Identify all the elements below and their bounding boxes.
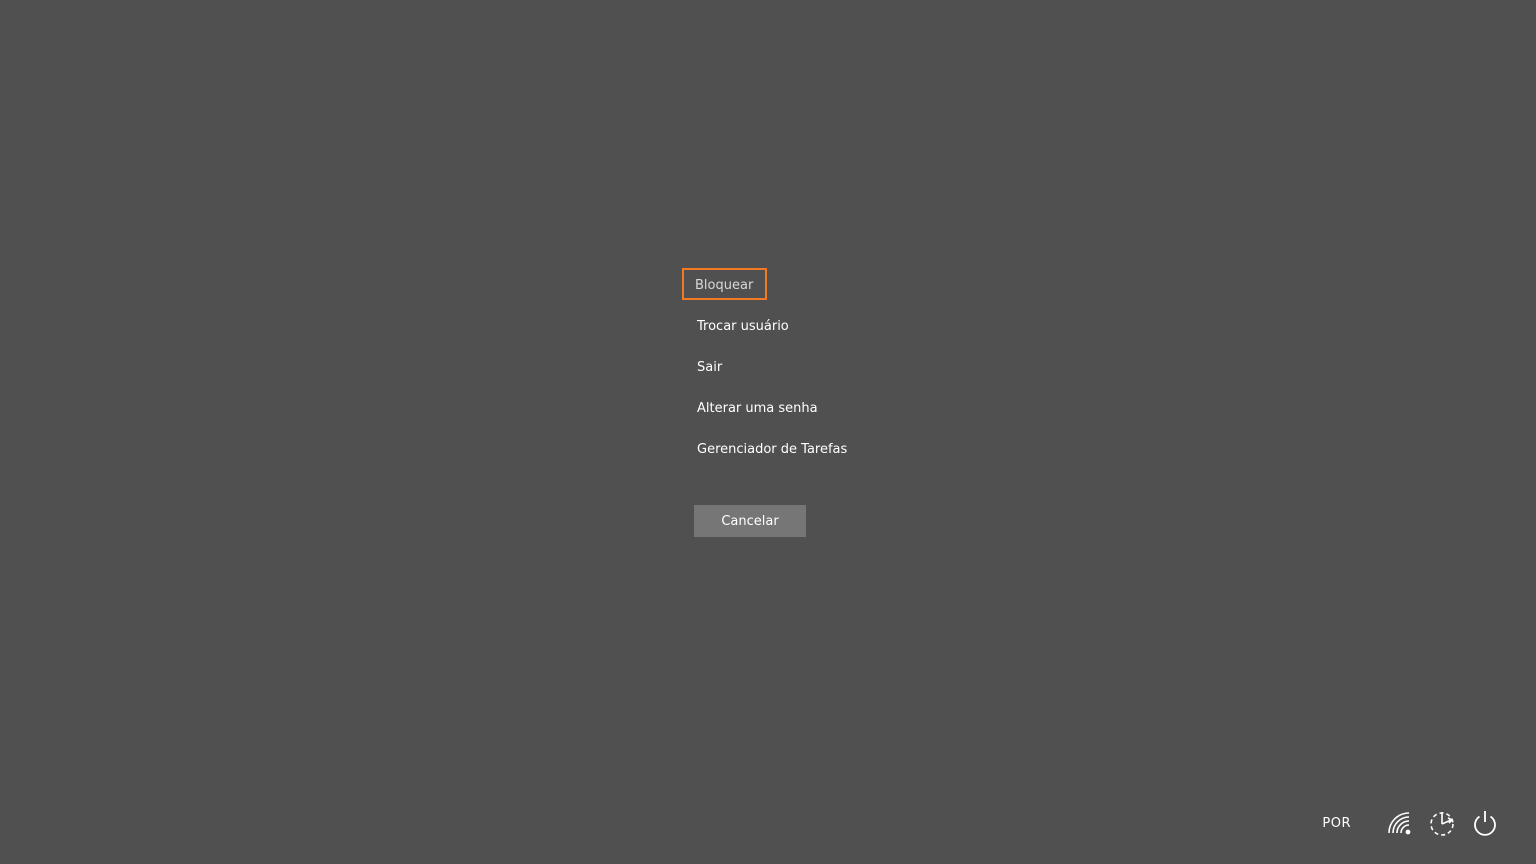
language-indicator[interactable]: POR	[1322, 816, 1351, 831]
system-tray: POR	[1322, 808, 1500, 838]
cancel-button[interactable]: Cancelar	[694, 505, 806, 537]
menu-item-task-manager[interactable]: Gerenciador de Tarefas	[682, 432, 862, 464]
ctrl-alt-del-screen: Bloquear Trocar usuário Sair Alterar uma…	[0, 0, 1536, 864]
menu-item-change-password[interactable]: Alterar uma senha	[682, 391, 833, 423]
network-wifi-icon[interactable]	[1384, 808, 1414, 838]
security-options-menu: Bloquear Trocar usuário Sair Alterar uma…	[682, 268, 862, 473]
accessibility-icon[interactable]	[1427, 808, 1457, 838]
menu-item-lock[interactable]: Bloquear	[682, 268, 768, 300]
power-icon[interactable]	[1470, 808, 1500, 838]
menu-item-switch-user[interactable]: Trocar usuário	[682, 309, 804, 341]
menu-item-sign-out[interactable]: Sair	[682, 350, 737, 382]
